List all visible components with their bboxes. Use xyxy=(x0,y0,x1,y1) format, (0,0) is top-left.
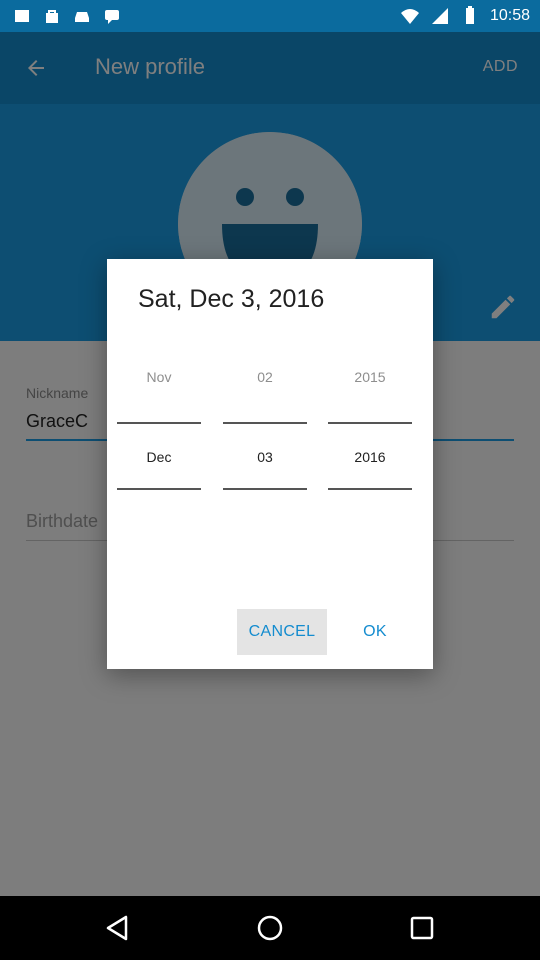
picker-divider xyxy=(223,488,307,490)
notification-icons xyxy=(12,6,122,26)
day-prev-value[interactable]: 02 xyxy=(223,369,307,385)
ok-button[interactable]: OK xyxy=(351,609,399,655)
date-picker-dialog: Sat, Dec 3, 2016 Nov Dec 02 03 2015 2016… xyxy=(107,259,433,669)
picker-divider xyxy=(328,422,412,424)
battery-icon xyxy=(465,6,474,24)
wifi-icon xyxy=(400,9,419,24)
dialog-title: Sat, Dec 3, 2016 xyxy=(138,285,325,313)
nav-recents-icon[interactable] xyxy=(408,914,436,942)
system-status: 10:58 xyxy=(400,6,530,26)
picker-divider xyxy=(328,488,412,490)
day-picker[interactable]: 02 03 xyxy=(223,359,307,499)
month-prev-value[interactable]: Nov xyxy=(117,369,201,385)
year-selected-value[interactable]: 2016 xyxy=(328,449,412,465)
nav-back-icon[interactable] xyxy=(104,914,132,942)
notification-box-icon xyxy=(15,10,29,22)
month-picker[interactable]: Nov Dec xyxy=(117,359,201,499)
picker-divider xyxy=(117,422,201,424)
year-prev-value[interactable]: 2015 xyxy=(328,369,412,385)
year-picker[interactable]: 2015 2016 xyxy=(328,359,412,499)
status-time: 10:58 xyxy=(489,7,530,24)
nav-home-icon[interactable] xyxy=(256,914,284,942)
cellular-icon xyxy=(431,8,448,24)
picker-divider xyxy=(117,488,201,490)
notification-bag-icon xyxy=(46,10,58,23)
notification-chat-icon xyxy=(105,10,119,24)
cancel-button[interactable]: CANCEL xyxy=(237,609,327,655)
month-selected-value[interactable]: Dec xyxy=(117,449,201,465)
picker-divider xyxy=(223,422,307,424)
system-nav-bar xyxy=(0,896,540,960)
notification-car-icon xyxy=(75,12,89,22)
status-bar: 10:58 xyxy=(0,0,540,32)
day-selected-value[interactable]: 03 xyxy=(223,449,307,465)
